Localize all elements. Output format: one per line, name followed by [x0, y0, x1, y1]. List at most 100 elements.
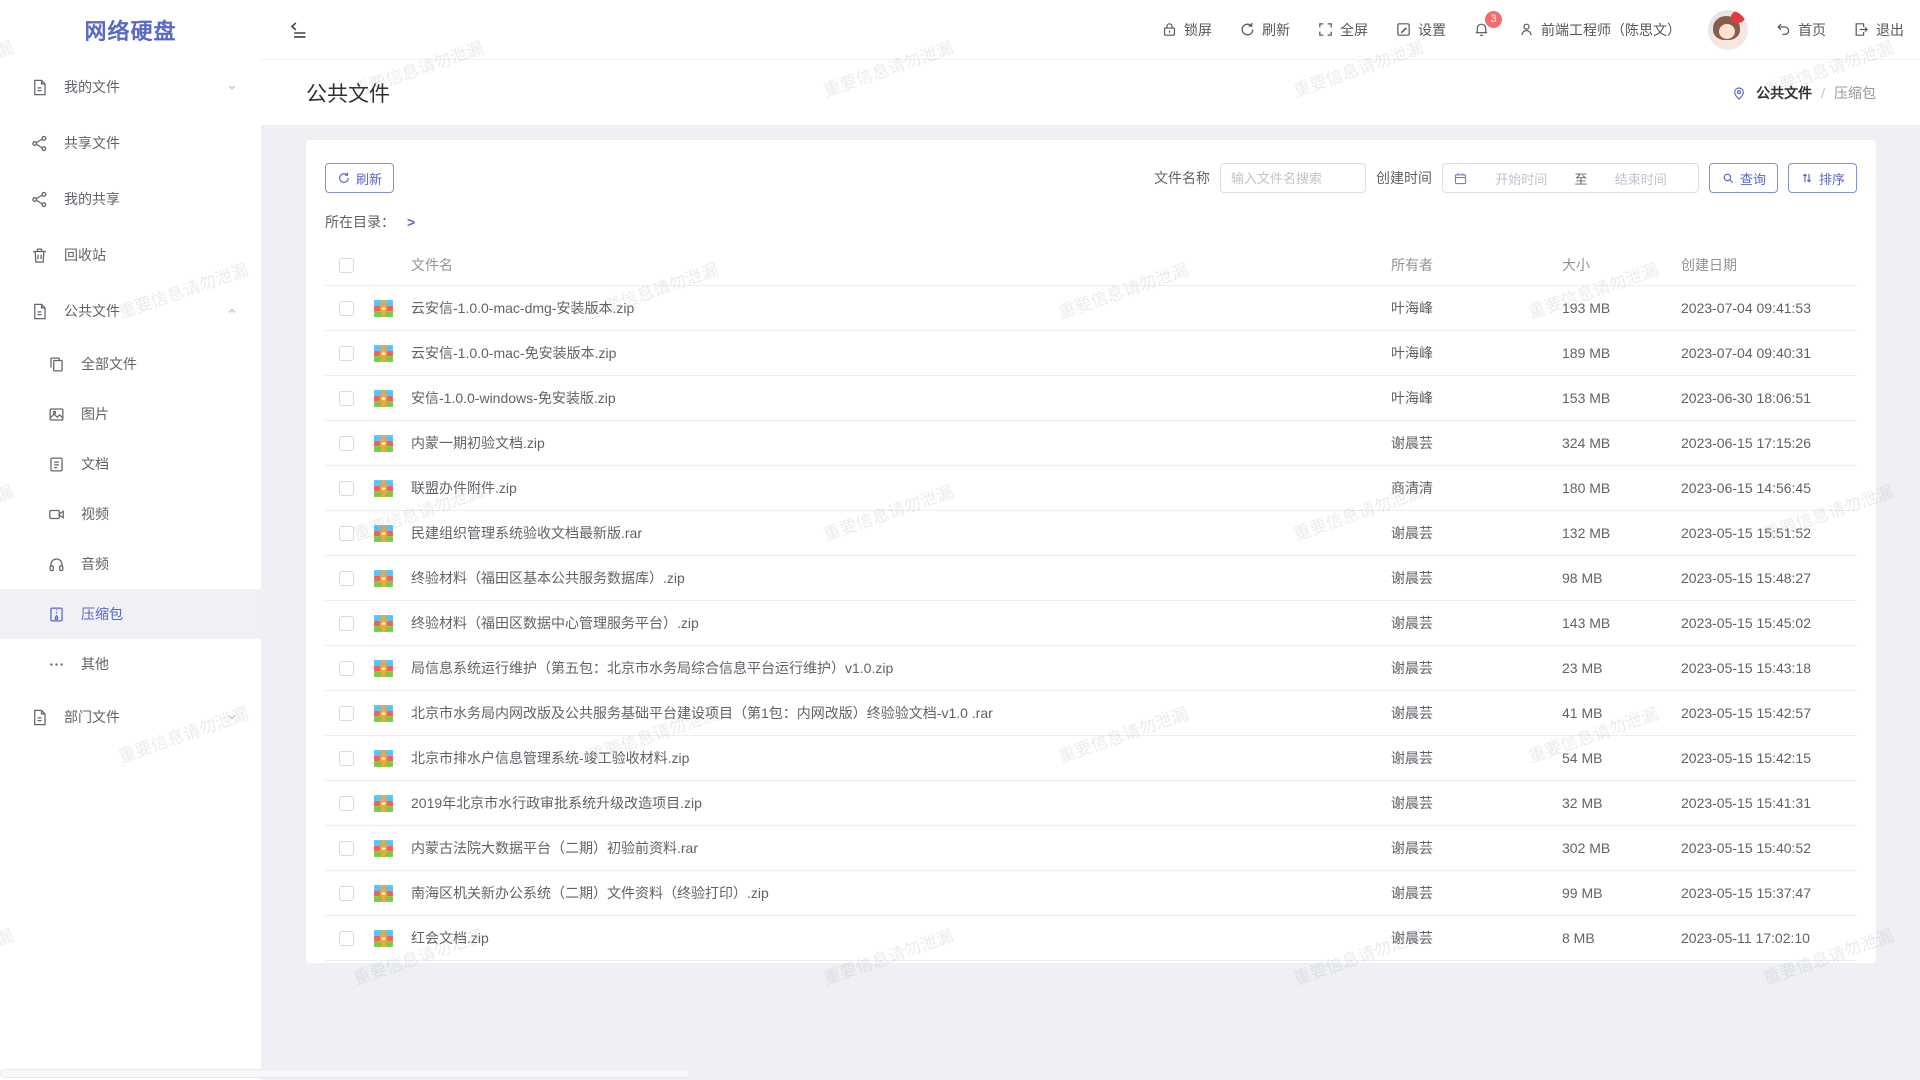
- user-menu[interactable]: 前端工程师（陈思文）: [1518, 20, 1681, 40]
- file-date: 2023-05-11 17:02:10: [1681, 930, 1857, 946]
- file-name[interactable]: 2019年北京市水行政审批系统升级改造项目.zip: [411, 793, 1391, 813]
- sidebar-item-recycle-bin[interactable]: 回收站: [0, 227, 261, 283]
- sidebar-item-others[interactable]: 其他: [0, 639, 261, 689]
- fullscreen-button[interactable]: 全屏: [1317, 20, 1368, 40]
- table-row[interactable]: 北京市排水户信息管理系统-竣工验收材料.zip谢晨芸54 MB2023-05-1…: [325, 736, 1857, 781]
- share-icon: [30, 134, 49, 153]
- sidebar-item-label: 公共文件: [64, 301, 120, 321]
- row-checkbox[interactable]: [339, 481, 354, 496]
- sidebar-item-label: 音频: [81, 554, 109, 574]
- table-row[interactable]: 联盟办件附件.zip商清清180 MB2023-06-15 14:56:45: [325, 466, 1857, 511]
- table-row[interactable]: 云安信-1.0.0-mac-dmg-安装版本.zip叶海峰193 MB2023-…: [325, 286, 1857, 331]
- file-owner: 谢晨芸: [1391, 433, 1562, 453]
- table-row[interactable]: 内蒙古法院大数据平台（二期）初验前资料.rar谢晨芸302 MB2023-05-…: [325, 826, 1857, 871]
- sidebar-item-audio[interactable]: 音频: [0, 539, 261, 589]
- file-owner: 谢晨芸: [1391, 748, 1562, 768]
- row-checkbox[interactable]: [339, 526, 354, 541]
- sidebar-item-my-shares[interactable]: 我的共享: [0, 171, 261, 227]
- file-size: 302 MB: [1562, 840, 1681, 856]
- file-name[interactable]: 北京市排水户信息管理系统-竣工验收材料.zip: [411, 748, 1391, 768]
- sidebar-item-public-files[interactable]: 公共文件: [0, 283, 261, 339]
- lock-screen-label: 锁屏: [1184, 20, 1212, 40]
- settings-label: 设置: [1418, 20, 1446, 40]
- file-name[interactable]: 终验材料（福田区数据中心管理服务平台）.zip: [411, 613, 1391, 633]
- file-name[interactable]: 联盟办件附件.zip: [411, 478, 1391, 498]
- file-date: 2023-05-15 15:48:27: [1681, 570, 1857, 586]
- file-name[interactable]: 北京市水务局内网改版及公共服务基础平台建设项目（第1包：内网改版）终验验文档-v…: [411, 703, 1391, 723]
- row-checkbox[interactable]: [339, 616, 354, 631]
- row-checkbox[interactable]: [339, 661, 354, 676]
- file-name[interactable]: 云安信-1.0.0-mac-dmg-安装版本.zip: [411, 298, 1391, 318]
- breadcrumb-root[interactable]: 公共文件: [1756, 83, 1812, 103]
- start-time-placeholder[interactable]: 开始时间: [1474, 169, 1569, 188]
- sidebar-item-department-files[interactable]: 部门文件: [0, 689, 261, 745]
- row-checkbox[interactable]: [339, 931, 354, 946]
- file-name[interactable]: 南海区机关新办公系统（二期）文件资料（终验打印）.zip: [411, 883, 1391, 903]
- table-row[interactable]: 局信息系统运行维护（第五包：北京市水务局综合信息平台运行维护）v1.0.zip谢…: [325, 646, 1857, 691]
- end-time-placeholder[interactable]: 结束时间: [1593, 169, 1688, 188]
- table-row[interactable]: 云安信-1.0.0-mac-免安装版本.zip叶海峰189 MB2023-07-…: [325, 331, 1857, 376]
- file-name[interactable]: 终验材料（福田区基本公共服务数据库）.zip: [411, 568, 1391, 588]
- sidebar-item-videos[interactable]: 视频: [0, 489, 261, 539]
- search-icon: [1721, 171, 1735, 185]
- row-checkbox[interactable]: [339, 391, 354, 406]
- select-all-checkbox[interactable]: [339, 258, 354, 273]
- directory-root-arrow[interactable]: >: [407, 214, 415, 230]
- row-checkbox[interactable]: [339, 301, 354, 316]
- query-button[interactable]: 查询: [1709, 163, 1778, 193]
- row-checkbox[interactable]: [339, 751, 354, 766]
- row-checkbox[interactable]: [339, 706, 354, 721]
- table-row[interactable]: 安信-1.0.0-windows-免安装版.zip叶海峰153 MB2023-0…: [325, 376, 1857, 421]
- date-range-picker[interactable]: 开始时间 至 结束时间: [1442, 163, 1699, 193]
- row-checkbox[interactable]: [339, 841, 354, 856]
- logout-button[interactable]: 退出: [1853, 20, 1904, 40]
- filename-search-input[interactable]: [1220, 163, 1366, 193]
- table-row[interactable]: 终验材料（福田区数据中心管理服务平台）.zip谢晨芸143 MB2023-05-…: [325, 601, 1857, 646]
- file-name[interactable]: 红会文档.zip: [411, 928, 1391, 948]
- sidebar-item-archives[interactable]: 压缩包: [0, 589, 261, 639]
- sidebar-item-documents[interactable]: 文档: [0, 439, 261, 489]
- table-row[interactable]: 终验材料（福田区基本公共服务数据库）.zip谢晨芸98 MB2023-05-15…: [325, 556, 1857, 601]
- table-row[interactable]: 北京市水务局内网改版及公共服务基础平台建设项目（第1包：内网改版）终验验文档-v…: [325, 691, 1857, 736]
- file-name[interactable]: 安信-1.0.0-windows-免安装版.zip: [411, 388, 1391, 408]
- sidebar-item-images[interactable]: 图片: [0, 389, 261, 439]
- file-name[interactable]: 民建组织管理系统验收文档最新版.rar: [411, 523, 1391, 543]
- file-name[interactable]: 局信息系统运行维护（第五包：北京市水务局综合信息平台运行维护）v1.0.zip: [411, 658, 1391, 678]
- table-row[interactable]: 红会文档.zip谢晨芸8 MB2023-05-11 17:02:10: [325, 916, 1857, 961]
- lock-screen-button[interactable]: 锁屏: [1161, 20, 1212, 40]
- avatar[interactable]: [1708, 10, 1748, 50]
- settings-button[interactable]: 设置: [1395, 20, 1446, 40]
- row-checkbox[interactable]: [339, 436, 354, 451]
- row-checkbox[interactable]: [339, 571, 354, 586]
- sidebar-item-shared-files[interactable]: 共享文件: [0, 115, 261, 171]
- file-owner: 谢晨芸: [1391, 883, 1562, 903]
- notifications-button[interactable]: 3: [1473, 21, 1491, 39]
- row-checkbox[interactable]: [339, 796, 354, 811]
- content-area: 刷新 文件名称 创建时间 开始时间 至 结束时间: [261, 125, 1920, 1080]
- home-button[interactable]: 首页: [1775, 20, 1826, 40]
- row-checkbox[interactable]: [339, 346, 354, 361]
- sidebar-collapse-icon[interactable]: [288, 19, 309, 40]
- table-row[interactable]: 南海区机关新办公系统（二期）文件资料（终验打印）.zip谢晨芸99 MB2023…: [325, 871, 1857, 916]
- row-checkbox[interactable]: [339, 886, 354, 901]
- table-row[interactable]: 民建组织管理系统验收文档最新版.rar谢晨芸132 MB2023-05-15 1…: [325, 511, 1857, 556]
- chevron-down-icon: [225, 80, 239, 94]
- sidebar-item-all-files[interactable]: 全部文件: [0, 339, 261, 389]
- file-size: 193 MB: [1562, 300, 1681, 316]
- refresh-button[interactable]: 刷新: [1239, 20, 1290, 40]
- file-name[interactable]: 云安信-1.0.0-mac-免安装版本.zip: [411, 343, 1391, 363]
- sort-button[interactable]: 排序: [1788, 163, 1857, 193]
- table-row[interactable]: 2019年北京市水行政审批系统升级改造项目.zip谢晨芸32 MB2023-05…: [325, 781, 1857, 826]
- sidebar-item-my-files[interactable]: 我的文件: [0, 59, 261, 115]
- horizontal-scrollbar[interactable]: [0, 1069, 690, 1078]
- column-size: 大小: [1562, 255, 1681, 275]
- file-owner: 叶海峰: [1391, 298, 1562, 318]
- table-row[interactable]: 内蒙一期初验文档.zip谢晨芸324 MB2023-06-15 17:15:26: [325, 421, 1857, 466]
- list-refresh-button[interactable]: 刷新: [325, 163, 394, 193]
- file-name[interactable]: 内蒙古法院大数据平台（二期）初验前资料.rar: [411, 838, 1391, 858]
- file-name[interactable]: 内蒙一期初验文档.zip: [411, 433, 1391, 453]
- created-time-label: 创建时间: [1376, 168, 1432, 188]
- sidebar-item-label: 我的共享: [64, 189, 120, 209]
- sidebar-item-label: 我的文件: [64, 77, 120, 97]
- zip-file-icon: [373, 298, 394, 319]
